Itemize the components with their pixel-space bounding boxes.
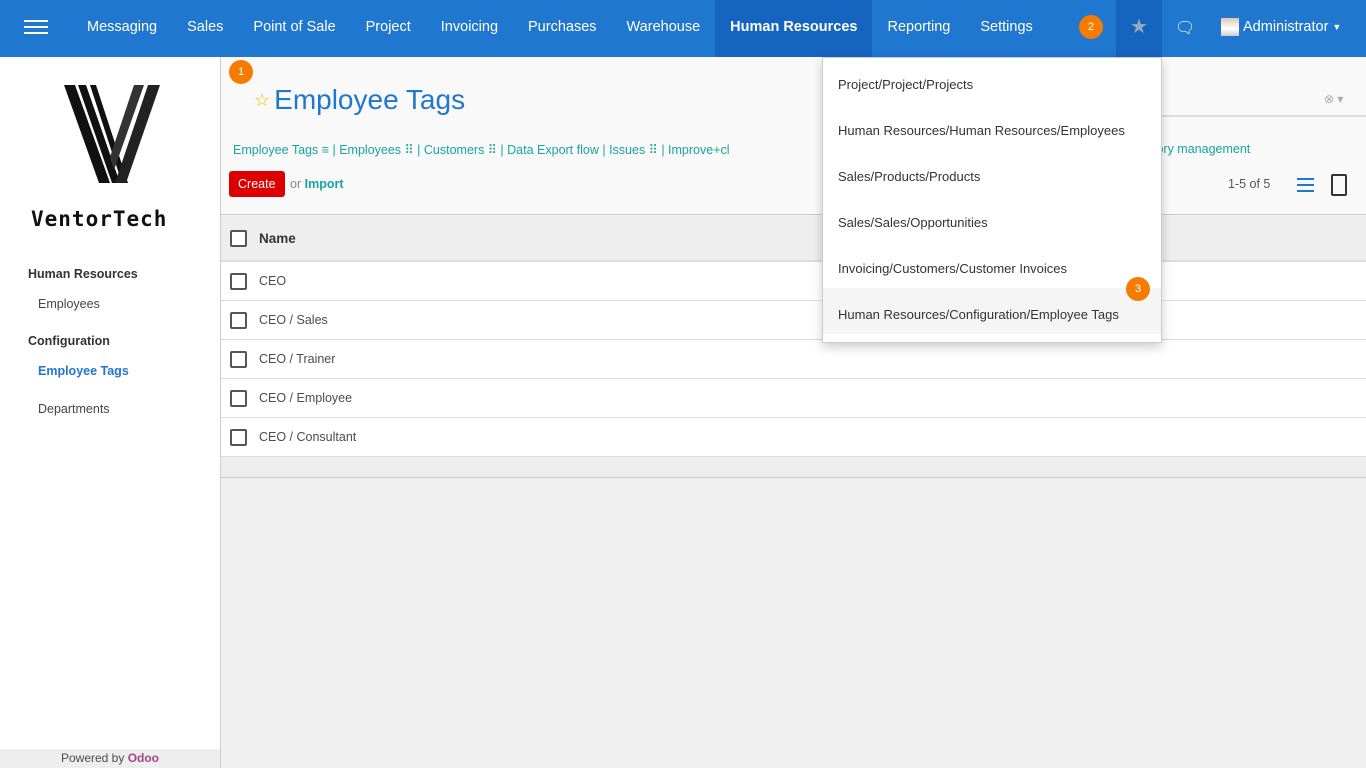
menu-warehouse[interactable]: Warehouse xyxy=(612,0,716,57)
clear-search-icon[interactable]: ⊗ ▾ xyxy=(1324,92,1343,106)
table-row[interactable]: CEO / Employee xyxy=(221,379,1366,418)
or-text: or xyxy=(290,177,302,191)
main-menu: Messaging Sales Point of Sale Project In… xyxy=(72,0,1048,57)
pager: 1-5 of 5 xyxy=(1228,177,1271,191)
list-view-icon[interactable] xyxy=(1297,178,1314,196)
create-button[interactable]: Create xyxy=(229,171,285,197)
page-title-text: Employee Tags xyxy=(274,84,466,115)
table-row[interactable]: CEO / Sales xyxy=(221,301,1366,340)
favorite-star-icon[interactable]: ☆ xyxy=(254,90,270,111)
favorites-star-icon[interactable]: ★ xyxy=(1116,0,1162,57)
table-row[interactable]: CEO xyxy=(221,262,1366,301)
dropdown-item[interactable]: Invoicing/Customers/Customer Invoices xyxy=(823,242,1161,288)
sidebar-item-employee-tags[interactable]: Employee Tags xyxy=(38,364,129,378)
dropdown-item[interactable]: Project/Project/Projects xyxy=(823,58,1161,104)
menu-settings[interactable]: Settings xyxy=(965,0,1047,57)
section-human-resources: Human Resources xyxy=(28,267,138,281)
brand-name: VentorTech xyxy=(31,207,168,231)
table-row[interactable]: CEO / Consultant xyxy=(221,418,1366,457)
menu-sales[interactable]: Sales xyxy=(172,0,238,57)
tags-table: Name CEO CEO / Sales CEO / Trainer CEO /… xyxy=(221,216,1366,478)
avatar xyxy=(1221,18,1239,36)
menu-toggle-icon[interactable] xyxy=(24,20,48,36)
menu-project[interactable]: Project xyxy=(351,0,426,57)
cell-name: CEO / Trainer xyxy=(259,352,336,366)
fav-employees[interactable]: Employees ⠿ xyxy=(339,143,413,157)
powered-by: Powered by Odoo xyxy=(0,749,220,768)
user-name: Administrator xyxy=(1243,19,1329,35)
search-input[interactable] xyxy=(1161,115,1366,117)
chat-icon[interactable]: 🗨 xyxy=(1175,18,1195,38)
import-area: or Import xyxy=(290,177,344,191)
tour-badge-1: 1 xyxy=(229,60,253,84)
select-all-checkbox[interactable] xyxy=(230,229,247,247)
row-checkbox[interactable] xyxy=(230,272,247,290)
cell-name: CEO / Sales xyxy=(259,313,328,327)
caret-down-icon: ▼ xyxy=(1332,22,1342,32)
control-panel: 1 ☆ Employee Tags Employee Tags ≡ | Emplo… xyxy=(221,57,1366,215)
table-row[interactable]: CEO / Trainer xyxy=(221,340,1366,379)
row-checkbox[interactable] xyxy=(230,428,247,446)
sidebar: VentorTech Human Resources Employees Con… xyxy=(0,57,221,768)
menu-invoicing[interactable]: Invoicing xyxy=(426,0,513,57)
cell-name: CEO / Employee xyxy=(259,391,353,405)
favorites-dropdown: Project/Project/Projects Human Resources… xyxy=(822,57,1162,343)
cell-name: CEO / Consultant xyxy=(259,430,357,444)
tour-badge-3: 3 xyxy=(1126,277,1150,301)
row-checkbox[interactable] xyxy=(230,389,247,407)
import-link[interactable]: Import xyxy=(305,177,344,191)
odoo-link[interactable]: Odoo xyxy=(128,751,159,765)
top-navbar: Messaging Sales Point of Sale Project In… xyxy=(0,0,1366,57)
section-configuration: Configuration xyxy=(28,334,110,348)
table-footer xyxy=(221,457,1366,478)
page-title: ☆ Employee Tags xyxy=(254,84,465,116)
sidebar-item-employees[interactable]: Employees xyxy=(38,297,100,311)
menu-human-resources[interactable]: Human Resources xyxy=(715,0,873,57)
menu-reporting[interactable]: Reporting xyxy=(872,0,965,57)
dropdown-item[interactable]: Human Resources/Human Resources/Employee… xyxy=(823,104,1161,150)
tour-badge-2: 2 xyxy=(1079,15,1103,39)
dropdown-item[interactable]: Sales/Sales/Opportunities xyxy=(823,196,1161,242)
favorites-bar: Employee Tags ≡ | Employees ⠿ | Customer… xyxy=(233,143,730,157)
powered-by-text: Powered by xyxy=(60,751,125,765)
fav-improve[interactable]: Improve+cl xyxy=(668,143,729,157)
sidebar-item-departments[interactable]: Departments xyxy=(38,402,110,416)
kanban-view-icon[interactable] xyxy=(1331,174,1347,196)
menu-purchases[interactable]: Purchases xyxy=(513,0,612,57)
column-name[interactable]: Name xyxy=(259,231,296,246)
ventortech-logo xyxy=(64,85,160,183)
fav-issues[interactable]: Issues ⠿ xyxy=(609,143,658,157)
table-header: Name xyxy=(221,216,1366,262)
menu-messaging[interactable]: Messaging xyxy=(72,0,172,57)
fav-employee-tags[interactable]: Employee Tags ≡ xyxy=(233,143,329,157)
cell-name: CEO xyxy=(259,274,287,288)
fav-data-export-flow[interactable]: Data Export flow xyxy=(507,143,599,157)
dropdown-item[interactable]: Human Resources/Configuration/Employee T… xyxy=(823,288,1161,334)
menu-point-of-sale[interactable]: Point of Sale xyxy=(238,0,350,57)
fav-inventory-management[interactable]: tory management xyxy=(1153,142,1250,156)
row-checkbox[interactable] xyxy=(230,311,247,329)
row-checkbox[interactable] xyxy=(230,350,247,368)
user-menu[interactable]: Administrator ▼ xyxy=(1221,18,1341,36)
fav-customers[interactable]: Customers ⠿ xyxy=(424,143,497,157)
dropdown-item[interactable]: Sales/Products/Products xyxy=(823,150,1161,196)
